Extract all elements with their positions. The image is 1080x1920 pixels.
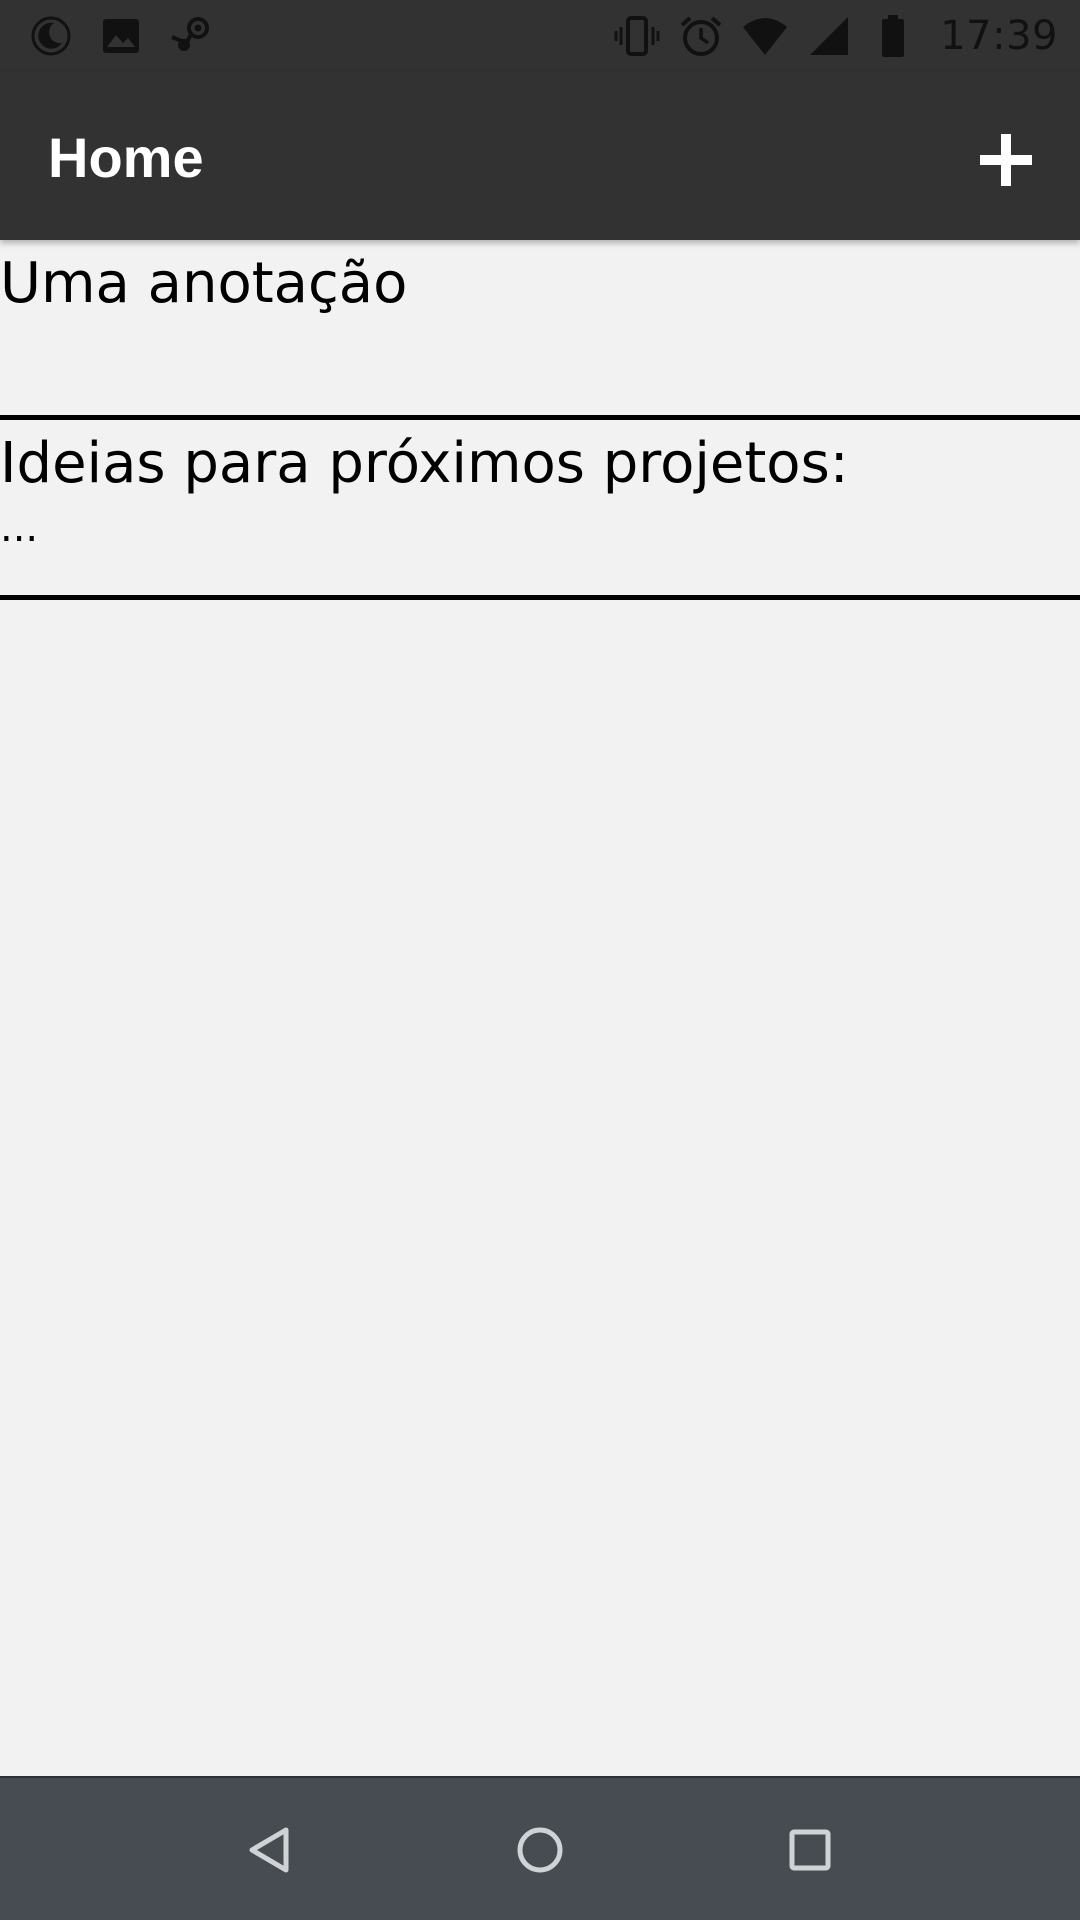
image-notification-icon	[98, 13, 144, 59]
steam-icon	[168, 13, 214, 59]
navigation-bar	[0, 1776, 1080, 1920]
home-icon	[517, 1827, 563, 1873]
cell-signal-icon	[806, 13, 852, 59]
status-right-icons: 17:39	[614, 13, 1058, 59]
status-bar: 17:39	[0, 0, 1080, 72]
recents-icon	[789, 1829, 831, 1871]
app-bar: Home	[0, 72, 1080, 240]
recents-button[interactable]	[770, 1810, 850, 1890]
home-button[interactable]	[500, 1810, 580, 1890]
plus-icon	[980, 134, 1032, 186]
note-item[interactable]: Ideias para próximos projetos: ...	[0, 420, 1080, 600]
wifi-icon	[742, 13, 788, 59]
note-title: Uma anotação	[0, 251, 408, 316]
screen: 17:39 Home Uma anotação Ideias para próx…	[0, 0, 1080, 1920]
status-left-icons	[28, 13, 214, 59]
back-icon	[249, 1827, 289, 1873]
notes-list: Uma anotação Ideias para próximos projet…	[0, 240, 1080, 600]
page-title: Home	[48, 126, 204, 189]
battery-icon	[870, 13, 916, 59]
add-note-button[interactable]	[964, 118, 1048, 202]
note-body: ...	[0, 505, 39, 551]
status-time: 17:39	[940, 13, 1058, 59]
note-item[interactable]: Uma anotação	[0, 240, 1080, 420]
do-not-disturb-icon	[28, 13, 74, 59]
back-button[interactable]	[230, 1810, 310, 1890]
note-title: Ideias para próximos projetos:	[0, 431, 849, 496]
vibrate-icon	[614, 13, 660, 59]
alarm-icon	[678, 13, 724, 59]
